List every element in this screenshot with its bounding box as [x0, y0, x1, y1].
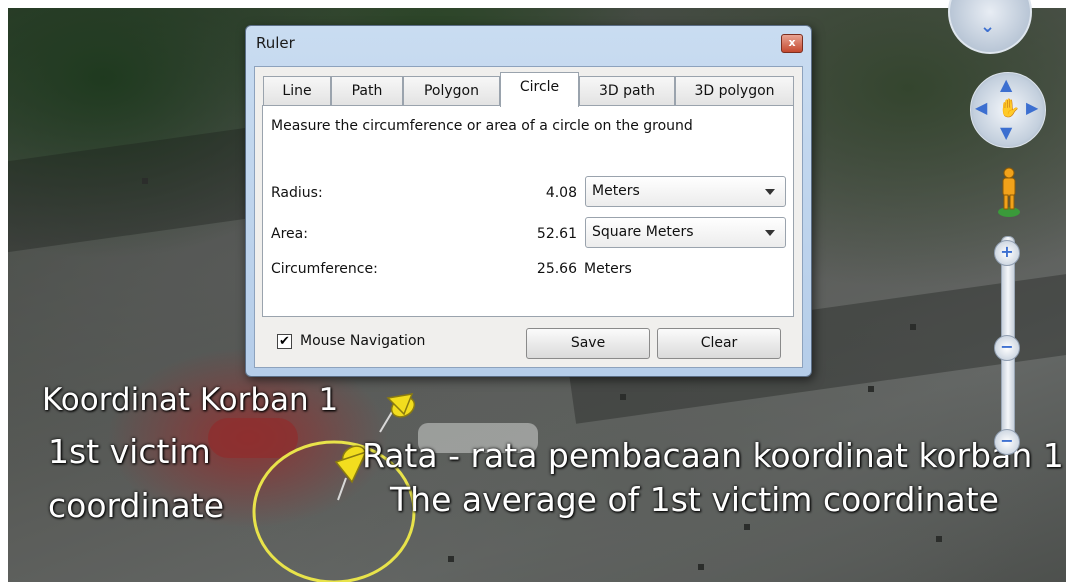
mouse-navigation-checkbox[interactable]: ✔ [277, 334, 292, 349]
caption-koordinat-korban: Koordinat Korban 1 [42, 382, 339, 418]
pan-control[interactable]: ▲ ▼ ◀ ▶ ✋ [970, 72, 1046, 148]
circumference-value: 25.66 [536, 261, 577, 277]
circle-tab-panel: Measure the circumference or area of a c… [262, 105, 794, 317]
pan-up-icon[interactable]: ▲ [1000, 75, 1012, 94]
dialog-title: Ruler [256, 34, 295, 52]
pan-left-icon[interactable]: ◀ [975, 98, 987, 117]
area-label: Area: [271, 226, 308, 242]
tab-circle[interactable]: Circle [500, 72, 579, 107]
dialog-body: Line Path Polygon Circle 3D path 3D poly… [254, 66, 803, 368]
tab-polygon[interactable]: Polygon [403, 76, 500, 106]
hand-icon[interactable]: ✋ [998, 98, 1020, 119]
radius-value: 4.08 [545, 185, 577, 201]
mouse-navigation-label[interactable]: Mouse Navigation [300, 333, 425, 349]
ruler-dialog: Ruler x Line Path Polygon Circle 3D path… [245, 25, 812, 377]
dialog-footer: ✔ Mouse Navigation Save Clear [255, 321, 802, 366]
radius-label: Radius: [271, 185, 323, 201]
map-speck [936, 536, 942, 542]
caption-1st-victim: 1st victim [48, 432, 211, 471]
radius-unit-select[interactable]: Meters [585, 176, 786, 207]
area-unit-value: Square Meters [592, 224, 694, 240]
pan-right-icon[interactable]: ▶ [1026, 98, 1038, 117]
map-speck [910, 324, 916, 330]
red-car [208, 418, 298, 458]
clear-button[interactable]: Clear [657, 328, 781, 359]
map-speck [698, 564, 704, 570]
map-speck [744, 524, 750, 530]
map-speck [868, 386, 874, 392]
chevron-down-icon[interactable]: ⌄ [980, 16, 995, 37]
caption-rata-rata: Rata - rata pembacaan koordinat korban 1 [362, 436, 1064, 475]
tab-3d-path[interactable]: 3D path [579, 76, 675, 106]
pegman-icon[interactable] [996, 166, 1022, 218]
map-speck [448, 556, 454, 562]
area-value: 52.61 [536, 226, 577, 242]
circumference-label: Circumference: [271, 261, 378, 277]
tab-3d-polygon[interactable]: 3D polygon [675, 76, 794, 106]
zoom-out-button[interactable]: − [994, 429, 1020, 455]
pan-down-icon[interactable]: ▼ [1000, 123, 1012, 142]
tab-line[interactable]: Line [263, 76, 331, 106]
chevron-down-icon [765, 189, 775, 195]
zoom-slider-handle[interactable]: − [994, 335, 1020, 361]
chevron-down-icon [765, 230, 775, 236]
zoom-in-button[interactable]: + [994, 240, 1020, 266]
map-speck [620, 394, 626, 400]
area-unit-select[interactable]: Square Meters [585, 217, 786, 248]
tab-path[interactable]: Path [331, 76, 403, 106]
save-button[interactable]: Save [526, 328, 650, 359]
close-button[interactable]: x [781, 34, 803, 53]
radius-unit-value: Meters [592, 183, 640, 199]
tab-description: Measure the circumference or area of a c… [271, 118, 693, 134]
circumference-unit: Meters [584, 261, 632, 277]
caption-coordinate: coordinate [48, 486, 225, 525]
map-speck [142, 178, 148, 184]
caption-average: The average of 1st victim coordinate [390, 480, 999, 519]
